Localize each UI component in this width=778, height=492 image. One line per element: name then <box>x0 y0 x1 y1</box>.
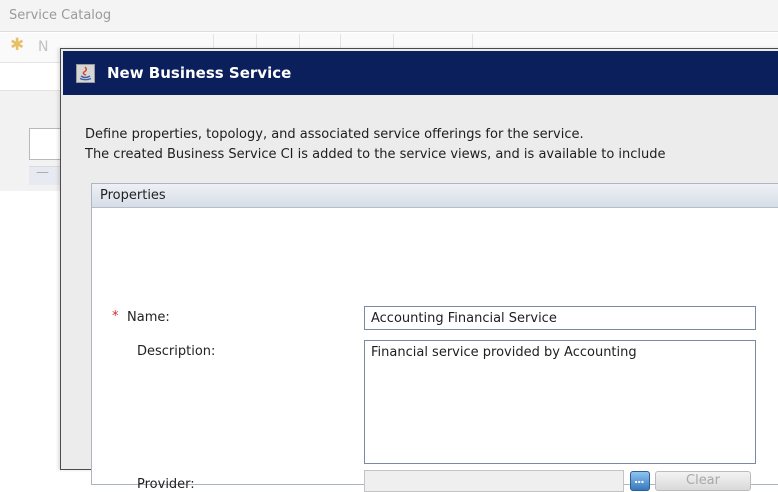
provider-label: Provider: <box>137 477 195 492</box>
description-textarea[interactable]: Financial service provided by Accounting <box>364 340 756 464</box>
background-app-titlebar: Service Catalog <box>0 0 778 32</box>
name-input[interactable]: Accounting Financial Service <box>364 306 756 330</box>
properties-panel-title: Properties <box>100 188 166 203</box>
new-star-icon[interactable]: ✱ <box>10 37 24 54</box>
background-toolbar-label[interactable]: N <box>38 39 48 55</box>
provider-browse-button[interactable]: ... <box>630 471 650 491</box>
background-row-glyph: — <box>36 165 49 180</box>
provider-input[interactable] <box>364 470 624 492</box>
background-app-title: Service Catalog <box>9 8 112 23</box>
dialog-intro-line2: The created Business Service CI is added… <box>85 147 666 162</box>
properties-panel-header[interactable]: Properties <box>92 184 778 208</box>
dialog-intro-line1: Define properties, topology, and associa… <box>85 127 584 142</box>
java-app-icon <box>76 64 95 83</box>
browse-ellipsis-label: ... <box>634 473 645 486</box>
dialog-titlebar[interactable]: New Business Service <box>63 51 778 95</box>
dialog-title: New Business Service <box>107 64 292 82</box>
new-business-service-dialog: New Business Service Define properties, … <box>60 48 778 492</box>
required-marker: * <box>112 309 119 324</box>
provider-clear-button[interactable]: Clear <box>655 471 751 491</box>
description-label: Description: <box>137 344 216 359</box>
name-label: Name: <box>127 310 170 325</box>
properties-panel: Properties * Name: Accounting Financial … <box>91 183 778 492</box>
